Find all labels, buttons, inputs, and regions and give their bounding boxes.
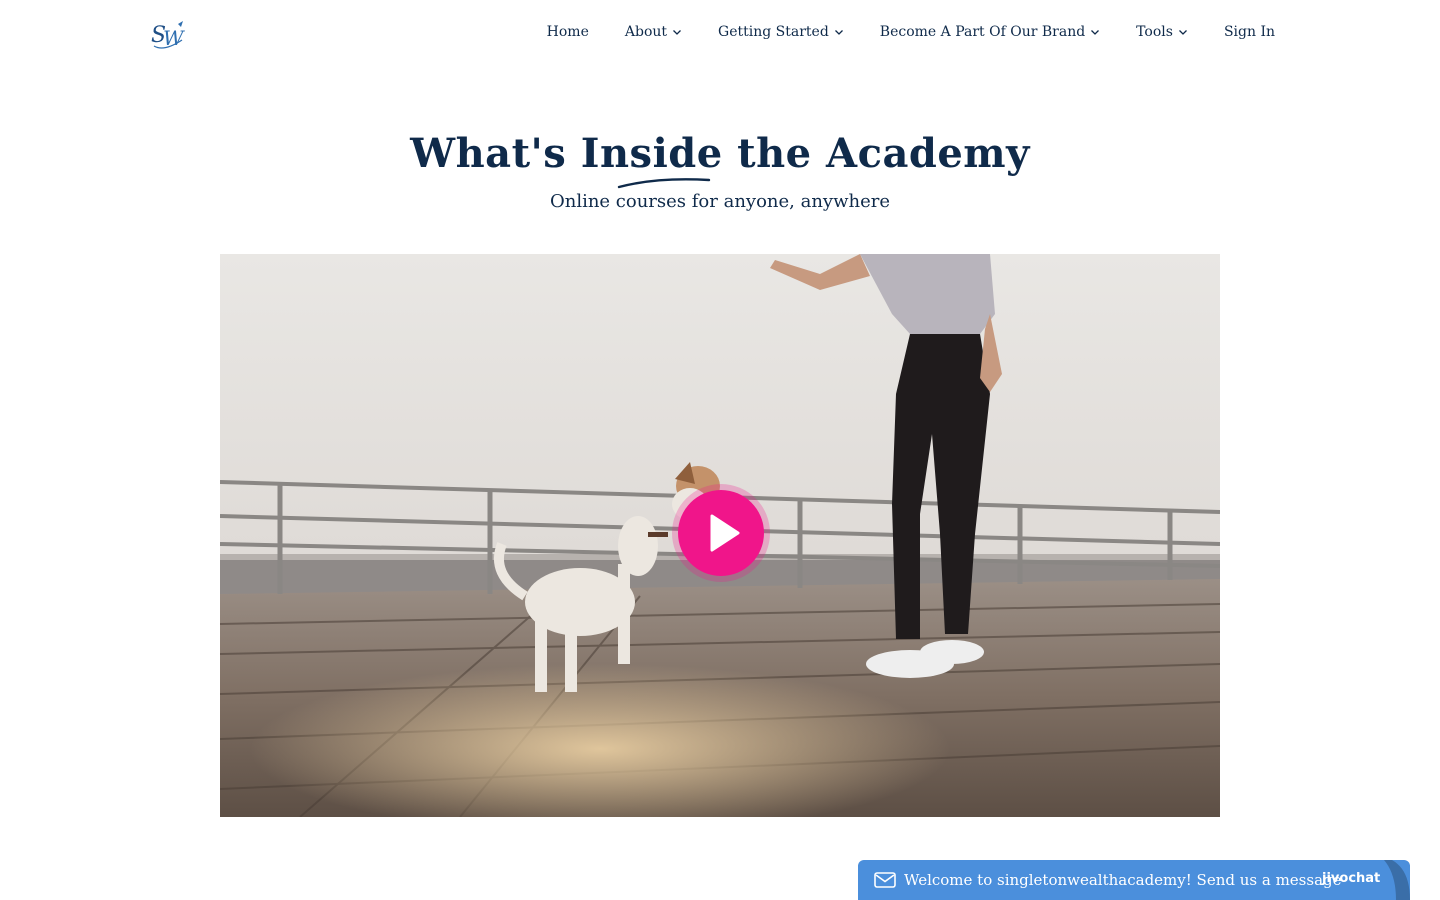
chat-widget-bar[interactable]: Welcome to singletonwealthacademy! Send … <box>858 860 1410 900</box>
nav-home[interactable]: Home <box>547 24 589 40</box>
site-header: S W Home About Getting Started Become A … <box>0 0 1440 72</box>
play-button[interactable] <box>678 490 764 576</box>
chat-corner-decoration <box>1384 860 1410 900</box>
nav-sign-in[interactable]: Sign In <box>1224 24 1275 40</box>
main-nav: Home About Getting Started Become A Part… <box>547 24 1275 40</box>
title-underline-decoration <box>617 178 711 189</box>
nav-getting-started[interactable]: Getting Started <box>718 24 844 40</box>
play-icon <box>710 514 740 552</box>
chevron-down-icon <box>1178 30 1187 35</box>
nav-getting-started-label: Getting Started <box>718 24 829 40</box>
chevron-down-icon <box>673 30 681 35</box>
jivochat-brand-label: jivochat <box>1322 871 1381 886</box>
chevron-down-icon <box>834 30 843 35</box>
chat-welcome-message: Welcome to singletonwealthacademy! Send … <box>904 871 1342 889</box>
nav-become-part-of-brand[interactable]: Become A Part Of Our Brand <box>880 24 1100 40</box>
nav-home-label: Home <box>546 24 589 40</box>
chevron-down-icon <box>1091 30 1100 35</box>
mail-icon <box>874 872 896 888</box>
intro-video[interactable] <box>220 254 1220 817</box>
sw-logo-icon[interactable]: S W <box>150 18 188 52</box>
nav-tools[interactable]: Tools <box>1136 24 1188 40</box>
page-subtitle: Online courses for anyone, anywhere <box>549 191 891 212</box>
nav-sign-in-label: Sign In <box>1223 24 1275 40</box>
nav-become-part-of-brand-label: Become A Part Of Our Brand <box>879 24 1086 40</box>
nav-about[interactable]: About <box>625 24 682 40</box>
title-part-2: the Academy <box>722 130 1030 177</box>
title-highlight: Inside <box>580 130 723 177</box>
page-title: What's Inside the Academy <box>0 128 1440 180</box>
svg-text:W: W <box>163 26 185 50</box>
nav-tools-label: Tools <box>1136 24 1173 40</box>
title-part-1: What's <box>410 130 581 177</box>
nav-about-label: About <box>624 24 668 40</box>
